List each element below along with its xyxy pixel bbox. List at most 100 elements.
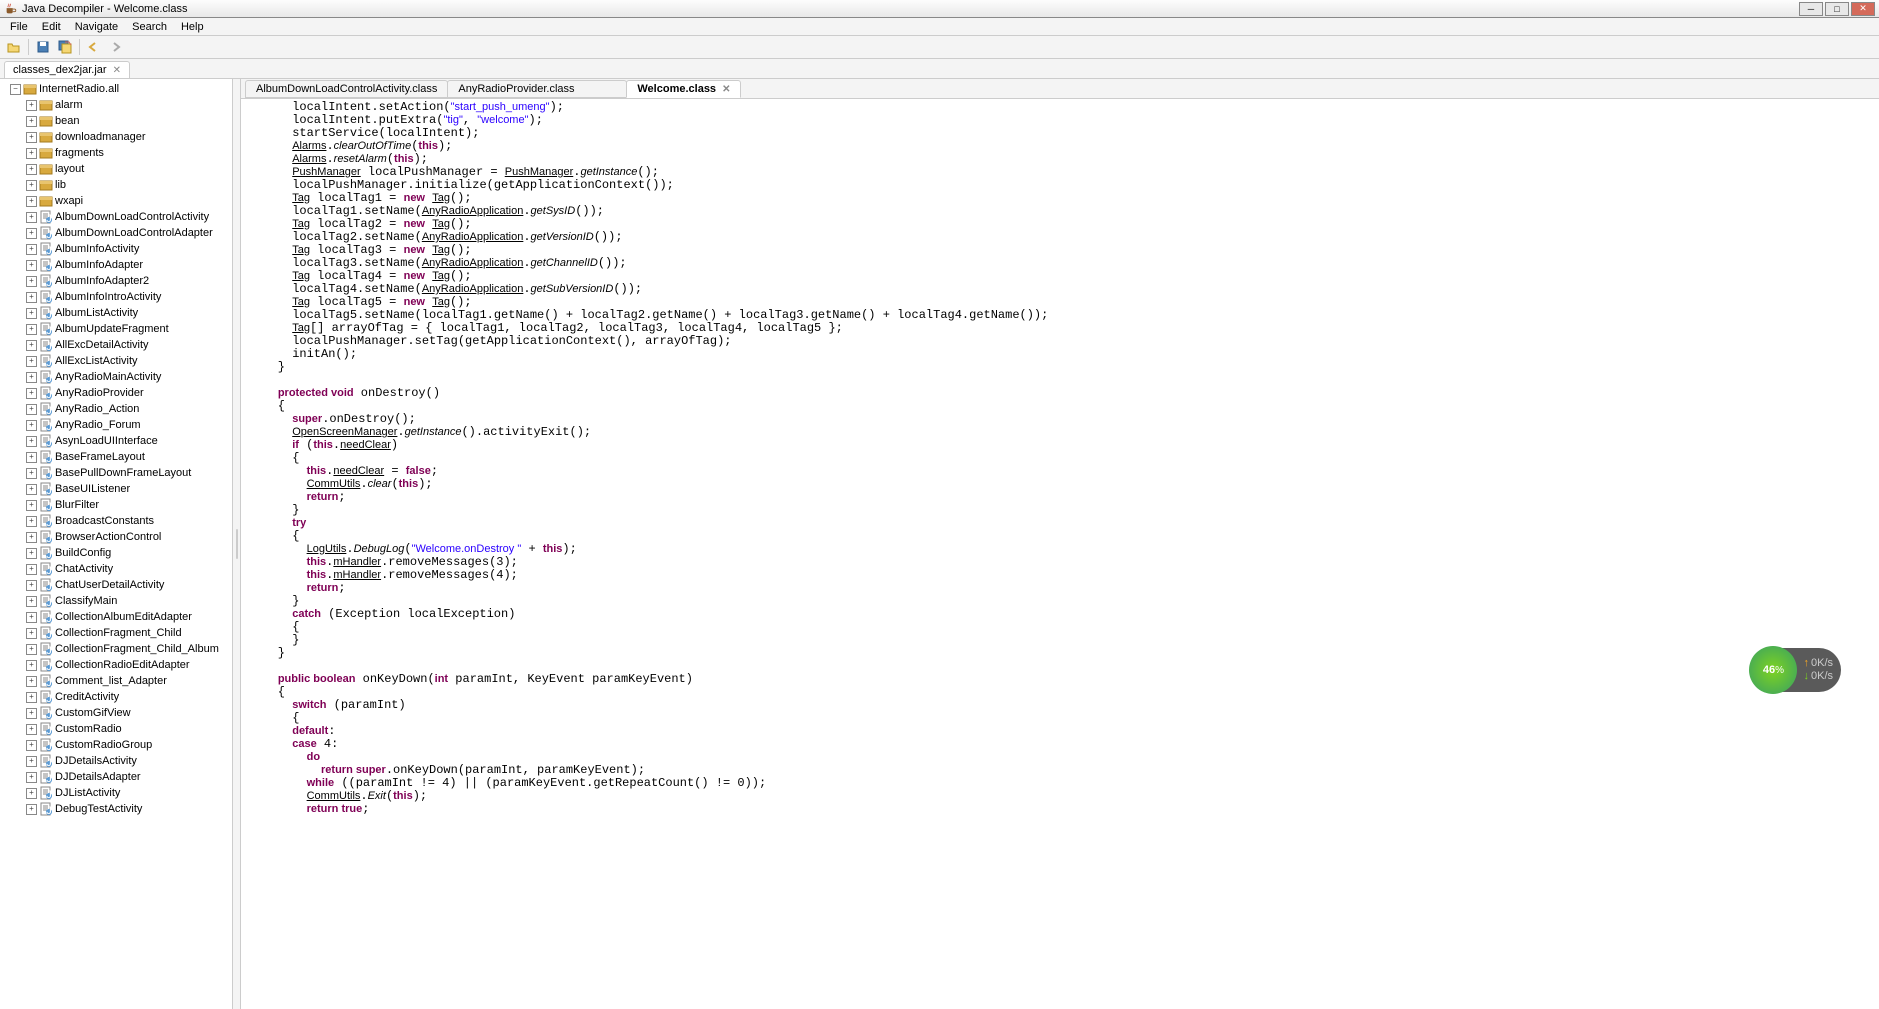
tree-class[interactable]: +JDJDetailsAdapter [2, 769, 230, 785]
tree-class[interactable]: +JBuildConfig [2, 545, 230, 561]
tree-class[interactable]: +JBroadcastConstants [2, 513, 230, 529]
expand-icon[interactable]: + [26, 676, 37, 687]
expand-icon[interactable]: + [26, 260, 37, 271]
expand-icon[interactable]: + [26, 468, 37, 479]
tree-package[interactable]: +layout [2, 161, 230, 177]
tree-class[interactable]: +JCollectionRadioEditAdapter [2, 657, 230, 673]
expand-icon[interactable]: + [26, 788, 37, 799]
tree-package[interactable]: +bean [2, 113, 230, 129]
close-icon[interactable]: ✕ [722, 84, 730, 95]
tree-class[interactable]: +JAnyRadioMainActivity [2, 369, 230, 385]
system-monitor-widget[interactable]: 46% ↑0K/s ↓0K/s [1751, 648, 1841, 692]
menu-file[interactable]: File [4, 19, 34, 35]
tree-class[interactable]: +JCustomGifView [2, 705, 230, 721]
save-all-button[interactable] [55, 38, 75, 56]
tree-class[interactable]: +JChatUserDetailActivity [2, 577, 230, 593]
expand-icon[interactable]: + [26, 244, 37, 255]
save-button[interactable] [33, 38, 53, 56]
expand-icon[interactable]: + [26, 724, 37, 735]
tree-class[interactable]: +JAnyRadioProvider [2, 385, 230, 401]
menu-search[interactable]: Search [126, 19, 173, 35]
tree-class[interactable]: +JCollectionFragment_Child [2, 625, 230, 641]
tree-class[interactable]: +JAllExcDetailActivity [2, 337, 230, 353]
expand-icon[interactable]: + [26, 100, 37, 111]
tree-package[interactable]: +downloadmanager [2, 129, 230, 145]
expand-icon[interactable]: + [26, 452, 37, 463]
tree-class[interactable]: +JAlbumUpdateFragment [2, 321, 230, 337]
expand-icon[interactable]: + [26, 404, 37, 415]
expand-icon[interactable]: + [26, 484, 37, 495]
tree-class[interactable]: +JAllExcListActivity [2, 353, 230, 369]
expand-icon[interactable]: + [26, 692, 37, 703]
tree-class[interactable]: +JBaseFrameLayout [2, 449, 230, 465]
expand-icon[interactable]: + [26, 148, 37, 159]
tree-class[interactable]: +JAlbumInfoActivity [2, 241, 230, 257]
expand-icon[interactable]: + [26, 420, 37, 431]
tree-class[interactable]: +JAlbumInfoAdapter [2, 257, 230, 273]
tree-package[interactable]: +wxapi [2, 193, 230, 209]
expand-icon[interactable]: + [26, 164, 37, 175]
expand-icon[interactable]: + [26, 612, 37, 623]
expand-icon[interactable]: + [26, 292, 37, 303]
expand-icon[interactable]: + [26, 212, 37, 223]
tree-class[interactable]: +JAsynLoadUIInterface [2, 433, 230, 449]
maximize-button[interactable]: □ [1825, 2, 1849, 16]
expand-icon[interactable]: + [26, 436, 37, 447]
tree-class[interactable]: +JAlbumInfoAdapter2 [2, 273, 230, 289]
tree-class[interactable]: +JAlbumInfoIntroActivity [2, 289, 230, 305]
expand-icon[interactable]: + [26, 756, 37, 767]
expand-icon[interactable]: + [26, 228, 37, 239]
tree-class[interactable]: +JCreditActivity [2, 689, 230, 705]
expand-icon[interactable]: + [26, 276, 37, 287]
expand-icon[interactable]: + [26, 500, 37, 511]
open-button[interactable] [4, 38, 24, 56]
expand-icon[interactable]: + [26, 196, 37, 207]
minimize-button[interactable]: ─ [1799, 2, 1823, 16]
tree-root[interactable]: − InternetRadio.all [2, 81, 230, 97]
expand-icon[interactable]: + [26, 564, 37, 575]
tree-class[interactable]: +JAlbumListActivity [2, 305, 230, 321]
expand-icon[interactable]: + [26, 596, 37, 607]
tree-class[interactable]: +JBlurFilter [2, 497, 230, 513]
tree-class[interactable]: +JBaseUIListener [2, 481, 230, 497]
expand-icon[interactable]: + [26, 308, 37, 319]
expand-icon[interactable]: + [26, 804, 37, 815]
tree-class[interactable]: +JBasePullDownFrameLayout [2, 465, 230, 481]
editor-tab[interactable]: AlbumDownLoadControlActivity.class [245, 80, 448, 98]
tree-class[interactable]: +JClassifyMain [2, 593, 230, 609]
tree-class[interactable]: +JCustomRadio [2, 721, 230, 737]
expand-icon[interactable]: + [26, 340, 37, 351]
tree-class[interactable]: +JComment_list_Adapter [2, 673, 230, 689]
expand-icon[interactable]: + [26, 644, 37, 655]
expand-icon[interactable]: + [26, 532, 37, 543]
tree-class[interactable]: +JDJDetailsActivity [2, 753, 230, 769]
back-button[interactable] [84, 38, 104, 56]
expand-icon[interactable]: + [26, 548, 37, 559]
collapse-icon[interactable]: − [10, 84, 21, 95]
close-button[interactable]: ✕ [1851, 2, 1875, 16]
menu-help[interactable]: Help [175, 19, 210, 35]
tree-class[interactable]: +JCollectionFragment_Child_Album [2, 641, 230, 657]
tree-package[interactable]: +alarm [2, 97, 230, 113]
menu-navigate[interactable]: Navigate [69, 19, 124, 35]
tree-class[interactable]: +JDebugTestActivity [2, 801, 230, 817]
expand-icon[interactable]: + [26, 708, 37, 719]
expand-icon[interactable]: + [26, 180, 37, 191]
editor-tab[interactable]: AnyRadioProvider.class [447, 80, 627, 98]
forward-button[interactable] [106, 38, 126, 56]
tree-class[interactable]: +JAnyRadio_Action [2, 401, 230, 417]
tree-class[interactable]: +JChatActivity [2, 561, 230, 577]
expand-icon[interactable]: + [26, 772, 37, 783]
tree-class[interactable]: +JDJListActivity [2, 785, 230, 801]
tree-class[interactable]: +JAlbumDownLoadControlActivity [2, 209, 230, 225]
expand-icon[interactable]: + [26, 372, 37, 383]
expand-icon[interactable]: + [26, 388, 37, 399]
close-icon[interactable]: ✕ [113, 65, 121, 76]
tree-class[interactable]: +JCollectionAlbumEditAdapter [2, 609, 230, 625]
code-view[interactable]: localIntent.setAction("start_push_umeng"… [241, 99, 1879, 1009]
tree-package[interactable]: +fragments [2, 145, 230, 161]
editor-tab-active[interactable]: Welcome.class✕ [626, 80, 741, 98]
expand-icon[interactable]: + [26, 356, 37, 367]
tree-class[interactable]: +JAlbumDownLoadControlAdapter [2, 225, 230, 241]
expand-icon[interactable]: + [26, 116, 37, 127]
